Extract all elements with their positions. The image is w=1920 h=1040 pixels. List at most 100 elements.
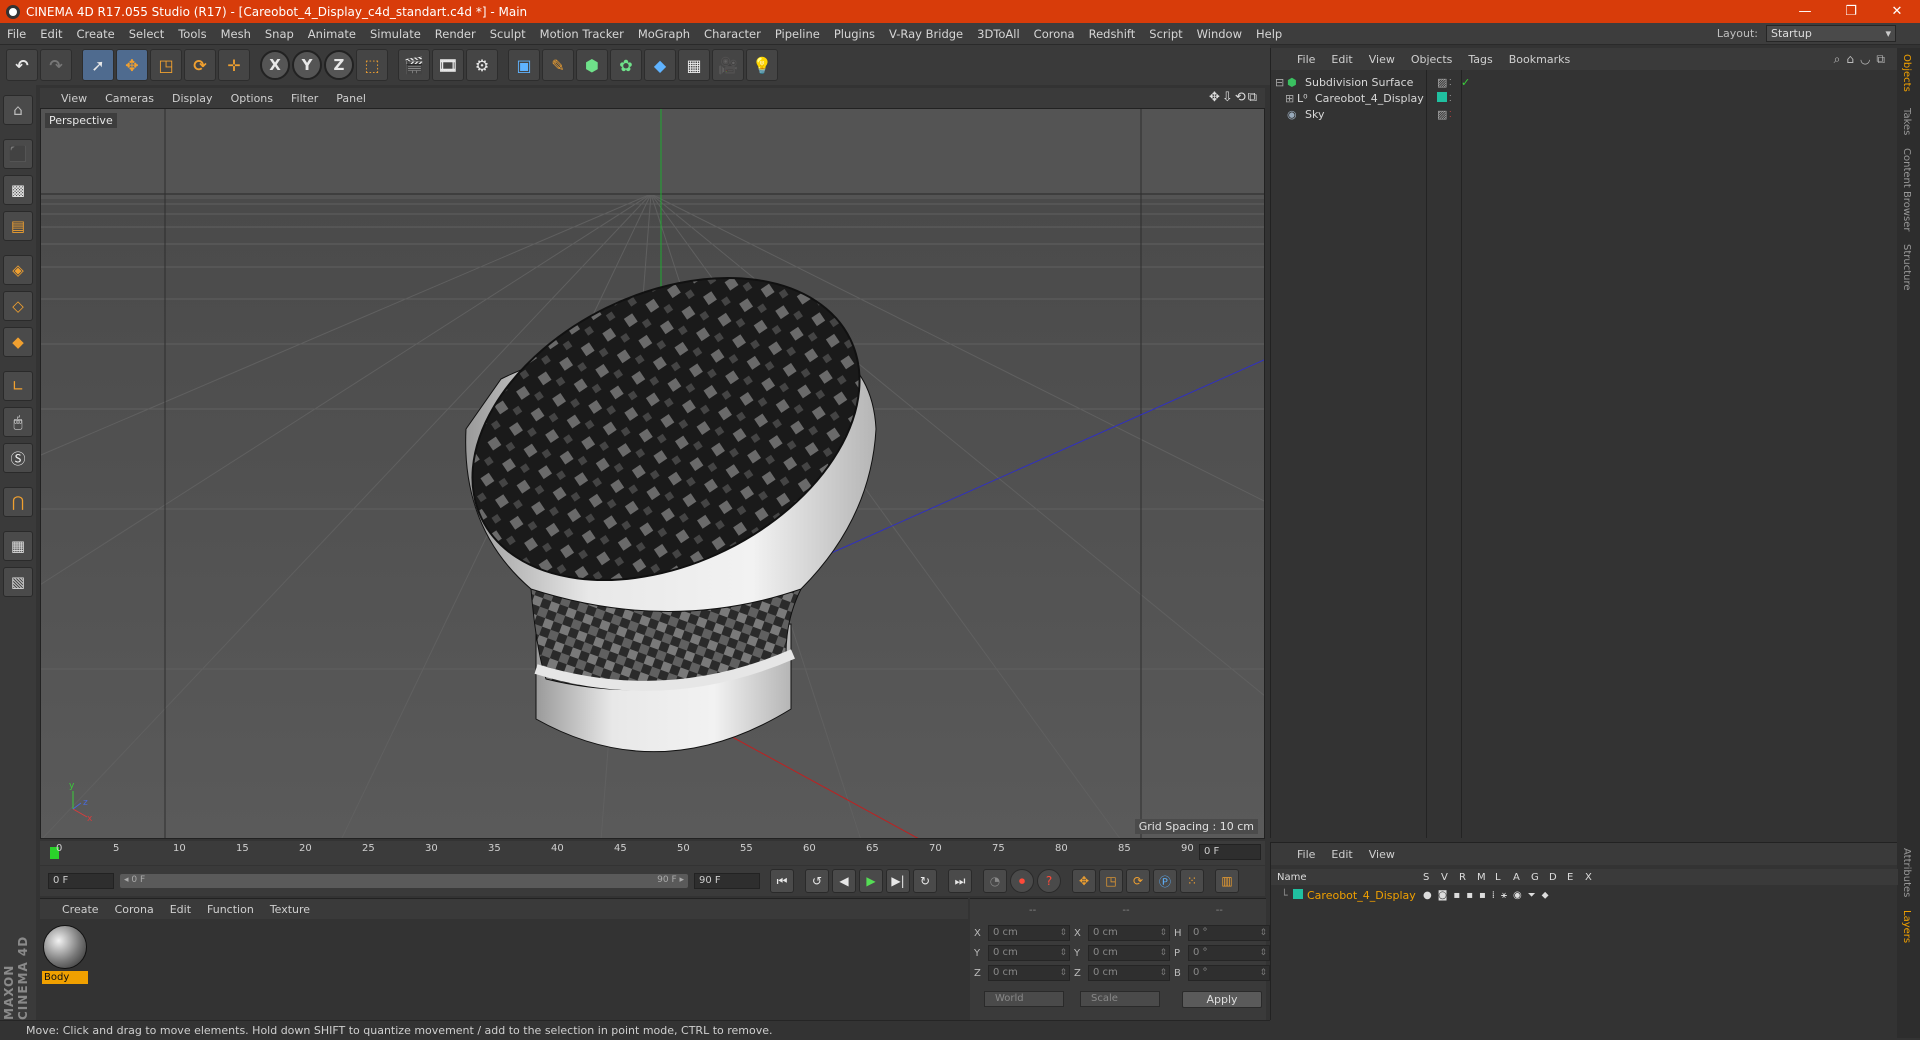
viewport-menu-options[interactable]: Options: [222, 92, 282, 105]
pen-spline-button[interactable]: ✎: [542, 49, 574, 81]
render-settings-button[interactable]: ⚙: [466, 49, 498, 81]
key-position-button[interactable]: ✥: [1072, 869, 1096, 893]
column-name[interactable]: Name: [1271, 872, 1423, 883]
menu-character[interactable]: Character: [697, 23, 768, 45]
object-name[interactable]: Careobot_4_Display: [1311, 92, 1437, 105]
menu-animate[interactable]: Animate: [301, 23, 363, 45]
make-editable-icon[interactable]: ⌂: [3, 95, 33, 125]
live-selection-button[interactable]: ➚: [82, 49, 114, 81]
key-rotation-button[interactable]: ⟳: [1126, 869, 1150, 893]
end-frame-field[interactable]: 90 F: [694, 873, 760, 889]
enabled-check-icon[interactable]: ✓: [1461, 76, 1473, 89]
menu-plugins[interactable]: Plugins: [827, 23, 882, 45]
column-xref[interactable]: X: [1585, 872, 1603, 883]
render-view-button[interactable]: 🎬: [398, 49, 430, 81]
scale-tool-button[interactable]: ◳: [150, 49, 182, 81]
material-menu-corona[interactable]: Corona: [107, 903, 162, 916]
pos-y-field[interactable]: 0 cm: [988, 945, 1070, 961]
render-picture-viewer-button[interactable]: 🎞: [432, 49, 464, 81]
undo-button[interactable]: ↶: [6, 49, 38, 81]
scale-select[interactable]: Scale: [1080, 991, 1160, 1007]
om-toolbar-icons[interactable]: ⌕⌂◡⧉: [1834, 52, 1891, 67]
tree-expand-icon[interactable]: ⊞: [1285, 92, 1297, 105]
start-frame-field[interactable]: 0 F: [48, 873, 114, 889]
menu-sculpt[interactable]: Sculpt: [483, 23, 533, 45]
x-axis-lock-button[interactable]: X: [260, 50, 290, 80]
menu-redshift[interactable]: Redshift: [1082, 23, 1143, 45]
key-pla-button[interactable]: ⁙: [1180, 869, 1204, 893]
lm-menu-file[interactable]: File: [1289, 848, 1323, 861]
column-lock[interactable]: L: [1495, 872, 1513, 883]
frame-ruler[interactable]: 0 5 10 15 20 25 30 35 40 45 50 55 60 65 …: [50, 843, 1194, 863]
viewport-navigation-icons[interactable]: ✥⇩⟲⧉: [1209, 90, 1259, 105]
menu-corona[interactable]: Corona: [1027, 23, 1082, 45]
om-menu-tags[interactable]: Tags: [1460, 53, 1500, 66]
om-menu-bookmarks[interactable]: Bookmarks: [1501, 53, 1578, 66]
go-to-next-key-button[interactable]: ↻: [913, 869, 937, 893]
tab-structure[interactable]: Structure: [1901, 244, 1912, 291]
material-name-label[interactable]: Body: [42, 971, 88, 984]
solo-mode-icon[interactable]: Ⓢ: [3, 443, 33, 473]
motion-record-button[interactable]: ◔: [983, 869, 1007, 893]
z-axis-lock-button[interactable]: Z: [324, 50, 354, 80]
close-button[interactable]: ✕: [1874, 0, 1920, 23]
column-deformers[interactable]: D: [1549, 872, 1567, 883]
menu-simulate[interactable]: Simulate: [363, 23, 428, 45]
current-frame-field[interactable]: 0 F: [1199, 844, 1261, 860]
object-name[interactable]: Subdivision Surface: [1301, 76, 1437, 89]
restore-button[interactable]: ❐: [1828, 0, 1874, 23]
om-menu-file[interactable]: File: [1289, 53, 1323, 66]
om-menu-edit[interactable]: Edit: [1323, 53, 1360, 66]
menu-vray-bridge[interactable]: V-Ray Bridge: [882, 23, 970, 45]
layer-color-icon[interactable]: [1293, 888, 1307, 902]
menu-pipeline[interactable]: Pipeline: [768, 23, 827, 45]
axis-mode-icon[interactable]: ∟: [3, 371, 33, 401]
menu-create[interactable]: Create: [70, 23, 122, 45]
object-row[interactable]: ⊟ ⬢ Subdivision Surface ▨ ⁚ ✓: [1271, 74, 1898, 90]
cube-primitive-button[interactable]: ▣: [508, 49, 540, 81]
step-back-button[interactable]: ◀: [832, 869, 856, 893]
column-view[interactable]: V: [1441, 872, 1459, 883]
om-menu-objects[interactable]: Objects: [1403, 53, 1461, 66]
tab-objects[interactable]: Objects: [1901, 54, 1912, 92]
menu-render[interactable]: Render: [428, 23, 483, 45]
redo-button[interactable]: ↷: [40, 49, 72, 81]
tab-attributes[interactable]: Attributes: [1901, 848, 1912, 897]
go-to-prev-key-button[interactable]: ↺: [805, 869, 829, 893]
size-y-field[interactable]: 0 cm: [1088, 945, 1170, 961]
material-preview-sphere[interactable]: [43, 925, 87, 969]
texture-mode-icon[interactable]: ▩: [3, 175, 33, 205]
camera-button[interactable]: 🎥: [712, 49, 744, 81]
column-animation[interactable]: A: [1513, 872, 1531, 883]
size-x-field[interactable]: 0 cm: [1088, 925, 1170, 941]
pos-z-field[interactable]: 0 cm: [988, 965, 1070, 981]
model-mode-icon[interactable]: ⬛: [3, 139, 33, 169]
viewport-menu-filter[interactable]: Filter: [282, 92, 327, 105]
preview-range-slider[interactable]: ◂ 0 F 90 F ▸: [120, 874, 688, 888]
menu-3dtoall[interactable]: 3DToAll: [970, 23, 1027, 45]
layer-toggle-icons[interactable]: ●◙▪▪▪⁞⚹◉⏷⬥: [1423, 890, 1555, 901]
visibility-dots-icon[interactable]: ⁚: [1449, 78, 1461, 87]
polygons-mode-icon[interactable]: ◆: [3, 327, 33, 357]
apply-button[interactable]: Apply: [1182, 991, 1262, 1008]
column-generators[interactable]: G: [1531, 872, 1549, 883]
light-button[interactable]: 💡: [746, 49, 778, 81]
menu-motion-tracker[interactable]: Motion Tracker: [533, 23, 631, 45]
material-menu-function[interactable]: Function: [199, 903, 262, 916]
pos-x-field[interactable]: 0 cm: [988, 925, 1070, 941]
planar-workplane-icon[interactable]: ▧: [3, 567, 33, 597]
floor-button[interactable]: ▦: [678, 49, 710, 81]
deformer-button[interactable]: ◆: [644, 49, 676, 81]
timeline-ruler[interactable]: 0 5 10 15 20 25 30 35 40 45 50 55 60 65 …: [40, 841, 1265, 865]
object-row[interactable]: ⊞ L⁰ Careobot_4_Display ⁚: [1271, 90, 1898, 106]
tab-layers[interactable]: Layers: [1901, 910, 1912, 943]
go-to-start-button[interactable]: ⏮: [770, 869, 794, 893]
column-manager[interactable]: M: [1477, 872, 1495, 883]
edges-mode-icon[interactable]: ◇: [3, 291, 33, 321]
layout-select[interactable]: Startup: [1766, 25, 1896, 42]
tab-takes[interactable]: Takes: [1901, 108, 1912, 135]
y-axis-lock-button[interactable]: Y: [292, 50, 322, 80]
material-menu-texture[interactable]: Texture: [262, 903, 318, 916]
layer-name[interactable]: Careobot_4_Display: [1307, 889, 1423, 902]
record-keys-button[interactable]: ⏺: [1010, 869, 1034, 893]
